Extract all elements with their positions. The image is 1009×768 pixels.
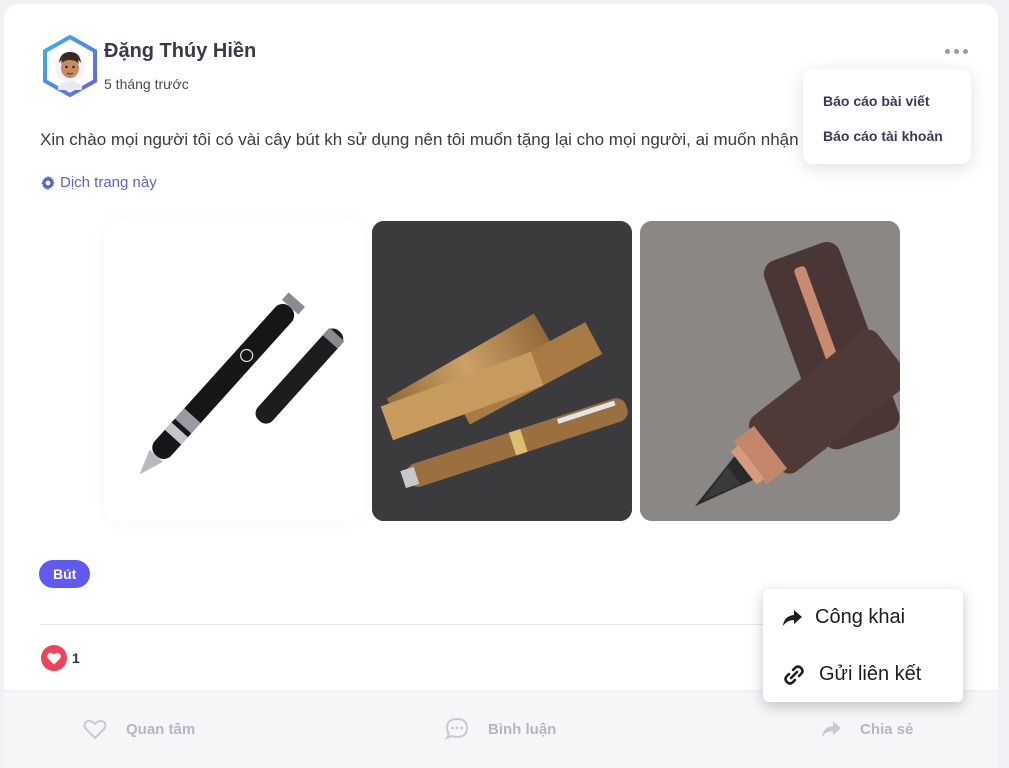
share-link-label: Gửi liên kết [819, 663, 922, 685]
reaction-count: 1 [72, 650, 80, 666]
fountain-pen-image [640, 221, 900, 521]
link-icon [784, 664, 804, 685]
translate-link[interactable]: Dịch trang này [40, 174, 157, 191]
author-avatar[interactable] [40, 34, 100, 98]
translate-label: Dịch trang này [60, 174, 157, 191]
post-text: Xin chào mọi người tôi có vài cây bút kh… [40, 130, 799, 149]
comment-icon [444, 717, 469, 740]
comment-button[interactable]: Bình luận [444, 713, 556, 745]
share-menu: Công khai Gửi liên kết [763, 589, 963, 702]
author-name[interactable]: Đặng Thúy Hiền [104, 40, 256, 63]
comment-label: Bình luận [488, 720, 557, 738]
post-image-gallery [104, 221, 900, 521]
post-image-2[interactable] [372, 221, 632, 521]
post-image-3[interactable] [640, 221, 900, 521]
post-image-1[interactable] [104, 221, 364, 521]
heart-icon [41, 645, 67, 671]
ellipsis-dot [953, 48, 959, 54]
reaction-summary[interactable]: 1 [40, 644, 80, 672]
ellipsis-dot [962, 48, 968, 54]
heart-outline-icon [83, 719, 107, 740]
share-arrow-icon [783, 609, 802, 626]
post-timestamp: 5 tháng trước [104, 76, 189, 92]
wood-blanks-image [372, 221, 632, 521]
like-button[interactable]: Quan tâm [82, 713, 195, 745]
post-card: Đặng Thúy Hiền 5 tháng trước Xin chào mọ… [4, 4, 998, 768]
more-options-button[interactable] [938, 40, 974, 62]
share-button[interactable]: Chia sẻ [820, 713, 913, 745]
report-post-item[interactable]: Báo cáo bài viết [823, 93, 930, 109]
share-icon [822, 721, 841, 737]
ellipsis-icon [944, 48, 950, 54]
gear-icon [41, 175, 55, 190]
report-menu: Báo cáo bài viết Báo cáo tài khoản [803, 69, 971, 164]
share-link-item[interactable]: Gửi liên kết [781, 663, 921, 686]
report-account-item[interactable]: Báo cáo tài khoản [823, 128, 943, 144]
post-tag[interactable]: Bút [39, 560, 91, 588]
share-public-label: Công khai [815, 606, 906, 628]
share-public-item[interactable]: Công khai [781, 606, 905, 629]
avatar-hexagon-icon [43, 34, 97, 98]
pen-image-black [139, 292, 345, 475]
like-label: Quan tâm [126, 720, 196, 738]
share-label: Chia sẻ [860, 720, 914, 738]
